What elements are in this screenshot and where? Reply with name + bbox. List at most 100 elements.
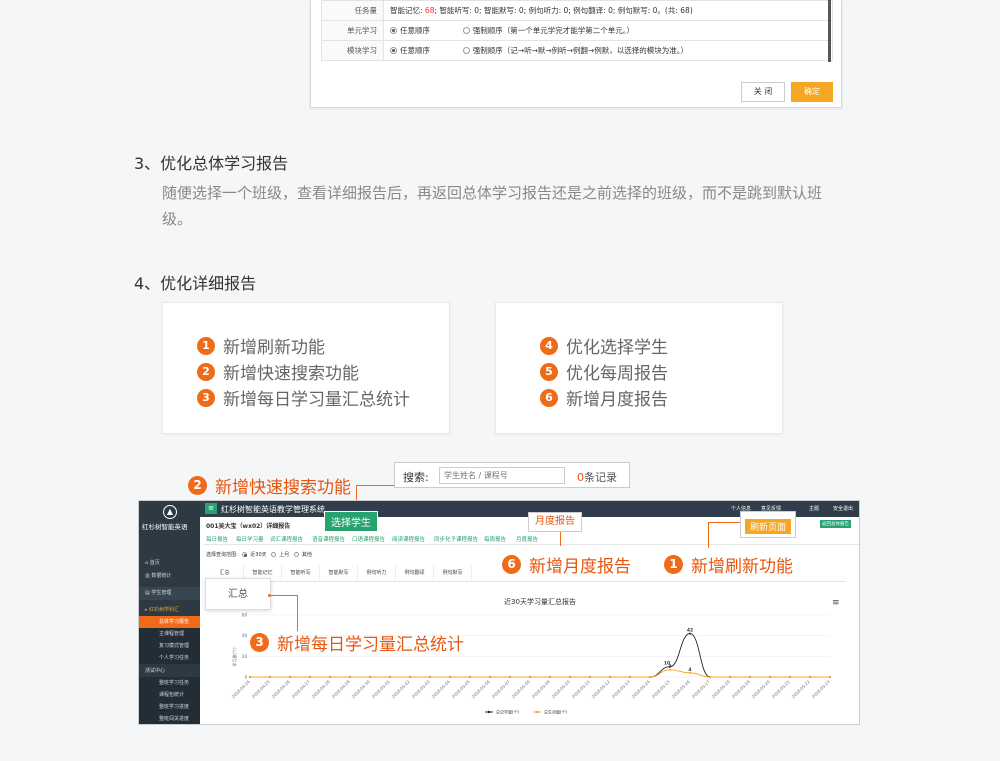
data-point[interactable] xyxy=(249,676,251,678)
legend-label[interactable]: 总记学量(个) xyxy=(496,709,520,715)
tab-reading[interactable]: 阅读课程报告 xyxy=(392,535,425,543)
sidebar-item-pack[interactable]: 课程包统计 xyxy=(139,689,200,701)
data-point[interactable] xyxy=(509,676,511,678)
data-point[interactable] xyxy=(349,676,351,678)
data-point[interactable] xyxy=(729,676,731,678)
sidebar-item-task[interactable]: 个人学习任务 xyxy=(139,652,200,664)
data-point[interactable] xyxy=(449,676,451,678)
tab-vocab[interactable]: 词汇课程报告 xyxy=(270,535,303,543)
tab-daily-amount[interactable]: 每日学习量 xyxy=(236,535,264,543)
module-any-order-radio[interactable] xyxy=(390,47,397,54)
x-tick-label: 2018-05-05 xyxy=(451,679,471,699)
return-button[interactable]: 返回总体报告 xyxy=(820,520,851,528)
data-point[interactable] xyxy=(709,676,711,678)
range-lastmonth-radio[interactable] xyxy=(271,552,277,557)
y-tick-label: 0 xyxy=(244,675,247,680)
data-point[interactable] xyxy=(289,676,291,678)
sidebar-item-course[interactable]: 主课程管理 xyxy=(139,628,200,640)
x-tick-label: 2018-05-07 xyxy=(491,679,511,699)
legend-label[interactable]: 总生词量(个) xyxy=(544,709,568,715)
feature-item: 4 优化选择学生 xyxy=(540,333,668,358)
data-point[interactable] xyxy=(489,676,491,678)
sidebar-item-level[interactable]: 整班闯关进度 xyxy=(139,713,200,724)
legend-marker xyxy=(535,710,539,714)
data-point[interactable] xyxy=(589,676,591,678)
data-point[interactable] xyxy=(649,676,651,678)
search-input[interactable] xyxy=(439,467,565,484)
dialog-scrollbar[interactable] xyxy=(828,0,831,62)
callout-select-student: 选择学生 xyxy=(324,511,378,532)
range-30-radio[interactable] xyxy=(242,552,248,557)
logo-text: 红杉树智能英语 xyxy=(142,523,188,531)
callout-refresh: 1 新增刷新功能 xyxy=(664,552,793,577)
app-main: 001吴大宝（wx02）详细报告 返回总体报告 每日报告 每日学习量 词汇课程报… xyxy=(200,517,859,724)
data-point[interactable] xyxy=(409,676,411,678)
data-point[interactable] xyxy=(829,676,831,678)
app-title: 红杉树智能英语教学管理系统 xyxy=(221,505,325,514)
search-label: 搜索: xyxy=(403,471,429,484)
data-point[interactable] xyxy=(749,676,751,678)
x-tick-label: 2018-05-23 xyxy=(811,679,831,699)
unit-any-order-radio[interactable] xyxy=(390,27,397,34)
data-point[interactable] xyxy=(389,676,391,678)
stat-tab-write[interactable]: 例句默写 xyxy=(434,565,472,581)
sidebar-item-stats[interactable]: ▥ 数据统计 xyxy=(139,570,200,583)
data-point[interactable] xyxy=(789,676,791,678)
sidebar-item-overall-report[interactable]: 总体学习报告 xyxy=(139,616,200,628)
data-point[interactable] xyxy=(569,676,571,678)
daily-chart: 近30天学习量汇总报告 ≡ 学习量(个) 0204060 104274 2018… xyxy=(231,597,840,715)
x-tick-label: 2018-04-24 xyxy=(231,679,251,699)
sidebar-item-review[interactable]: 复习模式管理 xyxy=(139,640,200,652)
data-point[interactable] xyxy=(329,676,331,678)
tab-sync[interactable]: 同步化子课程报告 xyxy=(434,535,478,543)
stat-tab-dictation[interactable]: 智能听写 xyxy=(282,565,320,581)
stat-tab-translate[interactable]: 例句翻译 xyxy=(396,565,434,581)
sidebar-item-students[interactable]: ▤ 学生管理 xyxy=(139,587,200,600)
data-point[interactable] xyxy=(809,676,811,678)
close-button[interactable]: 关 闭 xyxy=(741,82,785,102)
chart-menu-icon[interactable]: ≡ xyxy=(832,598,840,608)
top-link-theme[interactable]: 主题 xyxy=(809,505,819,512)
data-point[interactable] xyxy=(769,676,771,678)
data-point[interactable] xyxy=(549,676,551,678)
refresh-page-button[interactable]: 刷新页面 xyxy=(745,519,792,534)
x-tick-label: 2018-05-06 xyxy=(471,679,491,699)
tab-monthly[interactable]: 月度报告 xyxy=(516,535,538,543)
data-point[interactable] xyxy=(529,676,531,678)
search-bar: 搜索: 0条记录 xyxy=(394,462,630,488)
series-line xyxy=(250,669,830,678)
y-tick-label: 40 xyxy=(242,633,248,638)
sidebar-item-class-task[interactable]: 整班学习任务 xyxy=(139,677,200,689)
y-tick-label: 20 xyxy=(242,654,248,659)
callout-search: 2 新增快速搜索功能 xyxy=(188,473,351,498)
x-tick-label: 2018-05-10 xyxy=(551,679,571,699)
tab-daily[interactable]: 每日报告 xyxy=(206,535,228,543)
data-point[interactable] xyxy=(269,676,271,678)
menu-icon[interactable]: ≡ xyxy=(205,503,217,514)
stat-tab-spelling[interactable]: 智能默写 xyxy=(320,565,358,581)
tab-oral[interactable]: 口语课程报告 xyxy=(352,535,385,543)
tab-phonics[interactable]: 语音课程报告 xyxy=(312,535,345,543)
sidebar-item-home[interactable]: ⌂ 首页 xyxy=(139,557,200,570)
summary-tab-highlight[interactable]: 汇总 xyxy=(205,578,271,610)
x-tick-label: 2018-04-27 xyxy=(291,679,311,699)
data-point[interactable] xyxy=(369,676,371,678)
x-tick-label: 2018-05-22 xyxy=(791,679,811,699)
data-label: 7 xyxy=(668,664,671,670)
data-point[interactable] xyxy=(309,676,311,678)
sidebar-item-progress[interactable]: 整班学习进度 xyxy=(139,701,200,713)
data-point[interactable] xyxy=(629,676,631,678)
data-point[interactable] xyxy=(469,676,471,678)
range-other-radio[interactable] xyxy=(293,552,299,557)
chart-ylabel: 学习量(个) xyxy=(231,647,237,667)
data-point[interactable] xyxy=(609,676,611,678)
data-point[interactable] xyxy=(429,676,431,678)
x-tick-label: 2018-05-04 xyxy=(431,679,451,699)
module-forced-order-radio[interactable] xyxy=(462,47,470,54)
unit-forced-order-radio[interactable] xyxy=(462,27,470,34)
top-link-logout[interactable]: 安全退出 xyxy=(833,505,853,512)
stat-tab-listen[interactable]: 例句听力 xyxy=(358,565,396,581)
confirm-button[interactable]: 确定 xyxy=(791,82,833,102)
tab-weekly[interactable]: 每周报告 xyxy=(484,535,506,543)
x-tick-label: 2018-05-16 xyxy=(671,679,691,699)
